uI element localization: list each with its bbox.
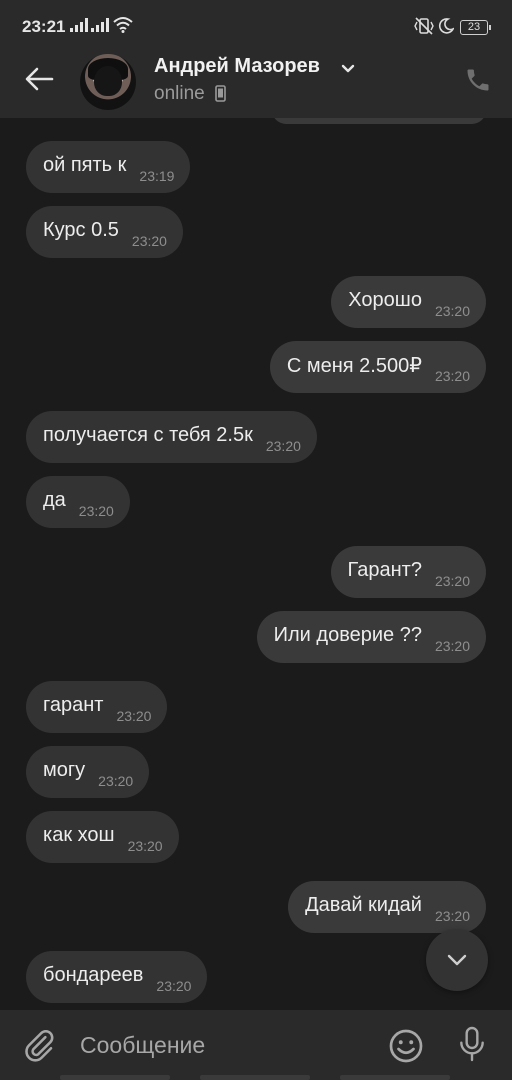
message-bubble-outgoing[interactable]: С меня 2.500₽ 23:20 (269, 341, 486, 393)
message-bubble-incoming[interactable]: Курс 0.5 23:20 (26, 206, 183, 258)
nav-hint (60, 1075, 170, 1080)
message-bubble-outgoing[interactable]: Или доверие ?? 23:20 (256, 611, 486, 663)
message-time: 23:19 (139, 168, 175, 184)
contact-name[interactable]: Андрей Мазорев (154, 55, 320, 78)
chevron-down-icon[interactable] (341, 64, 355, 74)
status-bar: 23:21 23 (0, 0, 512, 54)
message-bubble-incoming[interactable]: бондареев 23:20 (26, 951, 208, 1003)
mobile-device-icon (215, 85, 226, 102)
message-bubble-outgoing[interactable]: Давай кидай 23:20 (288, 881, 486, 933)
message-text: ой пять к (43, 153, 127, 176)
microphone-icon[interactable] (456, 1025, 488, 1063)
nav-hint (200, 1075, 310, 1080)
contact-status: online (154, 83, 205, 104)
message-bubble-incoming[interactable]: как хош 23:20 (26, 811, 179, 863)
message-time: 23:20 (434, 303, 470, 319)
message-text: С меня 2.500₽ (286, 354, 422, 377)
message-time: 23:20 (127, 838, 163, 854)
paperclip-icon[interactable] (22, 1028, 56, 1062)
message-list[interactable]: ой пять к 23:19 Курс 0.5 23:20 Хорошо 23… (0, 118, 512, 1010)
message-bubble-incoming[interactable]: гарант 23:20 (26, 681, 168, 733)
message-bubble-incoming[interactable]: получается с тебя 2.5к 23:20 (26, 411, 317, 463)
chevron-down-icon (447, 954, 467, 966)
nav-hint (340, 1075, 450, 1080)
status-time: 23:21 (22, 17, 66, 36)
message-time: 23:20 (265, 438, 301, 454)
signal-icon (91, 18, 109, 32)
message-text: Давай кидай (305, 893, 422, 916)
message-time: 23:20 (156, 978, 192, 994)
message-bubble-outgoing[interactable]: Гарант? 23:20 (330, 546, 486, 598)
message-bubble-outgoing[interactable]: Хорошо 23:20 (331, 276, 486, 328)
message-bubble-incoming[interactable]: ой пять к 23:19 (26, 141, 191, 193)
message-time: 23:20 (78, 503, 114, 519)
avatar[interactable] (80, 54, 136, 110)
signal-icon (70, 18, 88, 32)
message-bubble-partial (272, 118, 486, 124)
message-text: Или доверие ?? (273, 623, 422, 646)
battery-level: 23 (467, 21, 481, 33)
message-time: 23:20 (434, 573, 470, 589)
message-text: получается с тебя 2.5к (43, 423, 253, 446)
message-time: 23:20 (434, 908, 470, 924)
wifi-icon (113, 17, 133, 33)
scroll-to-bottom-button[interactable] (426, 929, 488, 991)
message-text: как хош (43, 823, 115, 846)
moon-icon (438, 18, 454, 34)
message-text: Курс 0.5 (43, 218, 119, 241)
back-arrow-icon[interactable] (24, 66, 54, 92)
message-text: да (43, 488, 66, 511)
message-time: 23:20 (98, 773, 134, 789)
vibrate-icon (414, 17, 434, 35)
message-time: 23:20 (116, 708, 152, 724)
avatar-face (94, 66, 122, 96)
message-time: 23:20 (434, 368, 470, 384)
message-text: могу (43, 758, 86, 781)
message-text: Гарант? (347, 558, 422, 581)
message-time: 23:20 (434, 638, 470, 654)
message-input[interactable] (80, 1028, 360, 1062)
message-bubble-incoming[interactable]: могу 23:20 (26, 746, 150, 798)
emoji-icon[interactable] (388, 1028, 424, 1064)
message-text: гарант (43, 693, 104, 716)
message-bubble-incoming[interactable]: да 23:20 (26, 476, 130, 528)
message-text: Хорошо (348, 288, 422, 311)
message-composer (0, 1010, 512, 1080)
chat-header: Андрей Мазорев online (0, 54, 512, 118)
battery-icon: 23 (460, 20, 491, 35)
phone-icon[interactable] (464, 66, 492, 94)
message-time: 23:20 (131, 233, 167, 249)
message-text: бондареев (43, 963, 144, 986)
